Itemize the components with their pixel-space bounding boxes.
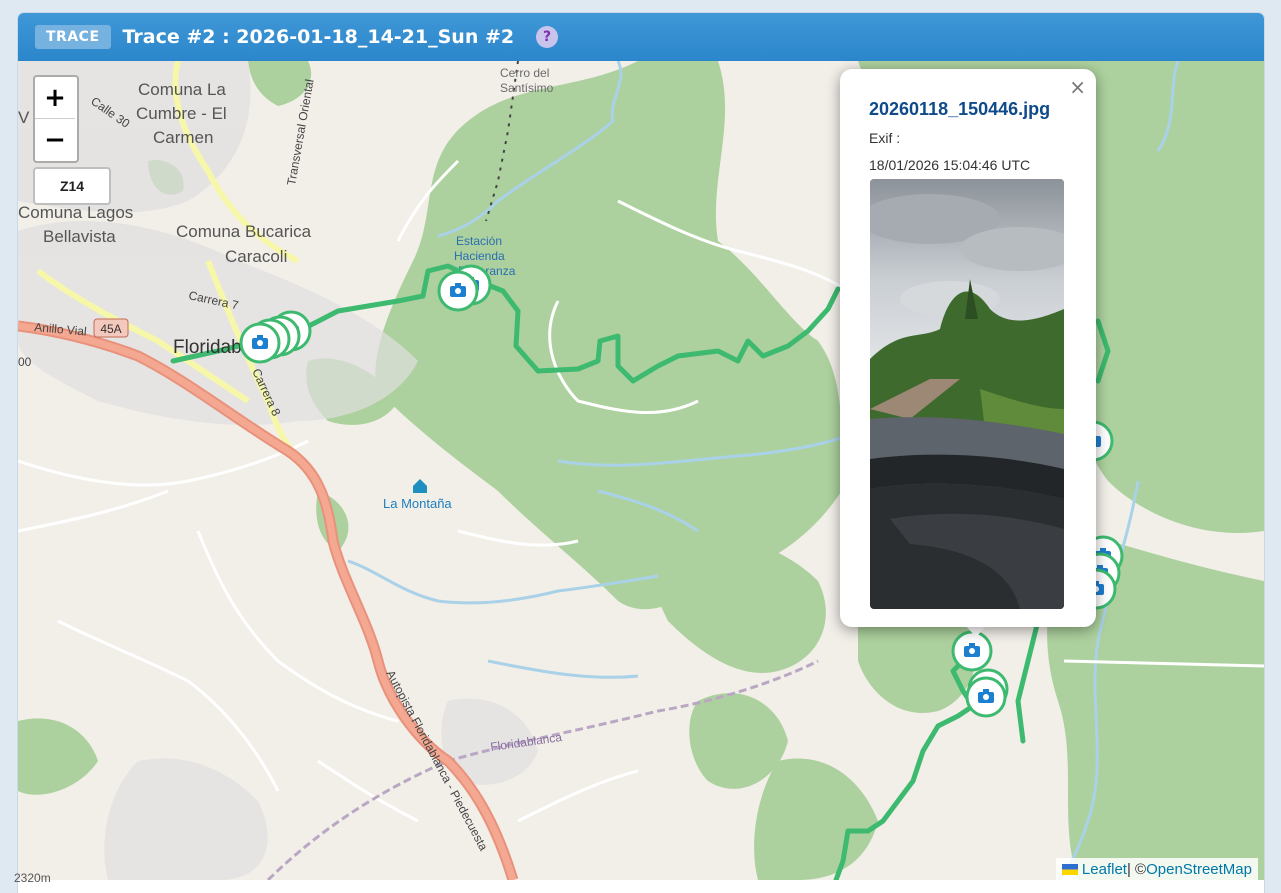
- ukraine-flag-icon: [1061, 863, 1078, 875]
- trace-badge: TRACE: [35, 25, 111, 49]
- photo-marker[interactable]: [239, 322, 281, 364]
- zoom-in-button[interactable]: +: [35, 77, 75, 119]
- photo-marker-selected[interactable]: [951, 630, 993, 672]
- leaflet-link[interactable]: Leaflet: [1082, 861, 1127, 878]
- exif-label: Exif :: [869, 130, 901, 146]
- map-attribution: Leaflet | © OpenStreetMap: [1055, 858, 1258, 880]
- photo-datetime: 18/01/2026 15:04:46 UTC: [869, 157, 1031, 173]
- photo-popup: × 20260118_150446.jpg Exif : 18/01/2026 …: [840, 69, 1096, 627]
- help-icon[interactable]: ?: [536, 26, 559, 48]
- trace-panel: TRACE Trace #2 : 2026-01-18_14-21_Sun #2…: [18, 13, 1264, 893]
- close-icon[interactable]: ×: [1069, 75, 1086, 99]
- scale-label: 2320m: [14, 871, 51, 885]
- zoom-control: + −: [33, 75, 79, 163]
- map-view[interactable]: Comuna La Cumbre - El Carmen Comuna Lago…: [18, 61, 1264, 880]
- photo-filename-link[interactable]: 20260118_150446.jpg: [869, 99, 1050, 120]
- zoom-level-indicator: Z14: [33, 167, 111, 205]
- trace-title: Trace #2 : 2026-01-18_14-21_Sun #2: [122, 26, 515, 48]
- photo-marker[interactable]: [437, 270, 479, 312]
- panel-header: TRACE Trace #2 : 2026-01-18_14-21_Sun #2…: [18, 13, 1264, 61]
- photo-thumbnail[interactable]: [870, 179, 1064, 609]
- zoom-out-button[interactable]: −: [35, 119, 75, 160]
- attribution-separator: | ©: [1126, 860, 1147, 878]
- openstreetmap-link[interactable]: OpenStreetMap: [1146, 861, 1252, 878]
- photo-marker[interactable]: [965, 676, 1007, 718]
